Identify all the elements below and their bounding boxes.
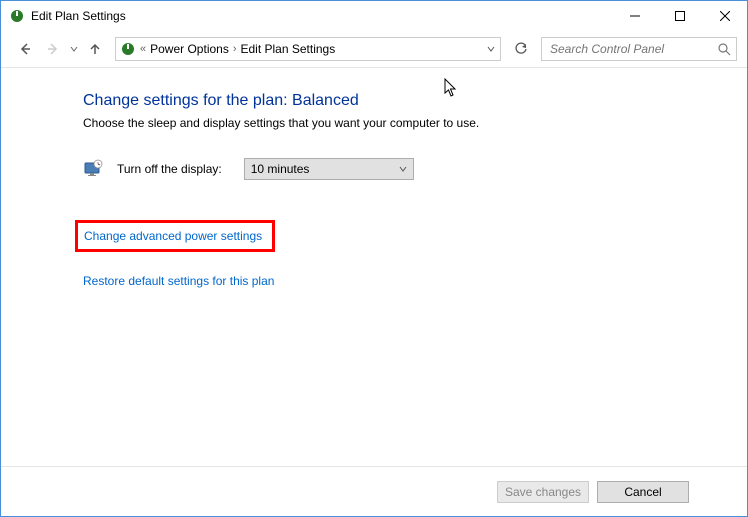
breadcrumb-item[interactable]: Power Options	[150, 42, 229, 56]
chevron-down-icon	[399, 162, 407, 176]
close-button[interactable]	[702, 2, 747, 30]
display-icon	[83, 159, 103, 179]
window-title: Edit Plan Settings	[31, 9, 612, 23]
restore-defaults-link[interactable]: Restore default settings for this plan	[83, 274, 274, 288]
breadcrumb-item[interactable]: Edit Plan Settings	[241, 42, 336, 56]
cancel-button[interactable]: Cancel	[597, 481, 689, 503]
maximize-button[interactable]	[657, 2, 702, 30]
save-button: Save changes	[497, 481, 589, 503]
breadcrumb-chevron-icon: ›	[233, 43, 237, 55]
addressbar[interactable]: « Power Options › Edit Plan Settings	[115, 37, 501, 61]
content: Change settings for the plan: Balanced C…	[1, 68, 747, 288]
titlebar: Edit Plan Settings	[1, 1, 747, 31]
dropdown-value: 10 minutes	[251, 162, 399, 176]
highlight-box: Change advanced power settings	[75, 220, 275, 252]
forward-button[interactable]	[41, 37, 65, 61]
address-dropdown-icon[interactable]	[482, 38, 500, 60]
advanced-settings-link[interactable]: Change advanced power settings	[84, 229, 262, 243]
setting-row: Turn off the display: 10 minutes	[83, 158, 747, 180]
power-options-icon	[9, 8, 25, 24]
footer: Save changes Cancel	[1, 466, 747, 516]
navbar: « Power Options › Edit Plan Settings	[1, 31, 747, 67]
page-title: Change settings for the plan: Balanced	[83, 92, 747, 110]
breadcrumb-chevron-icon: «	[140, 43, 146, 55]
minimize-button[interactable]	[612, 2, 657, 30]
searchbox[interactable]	[541, 37, 737, 61]
window-controls	[612, 2, 747, 30]
up-button[interactable]	[83, 37, 107, 61]
display-timeout-dropdown[interactable]: 10 minutes	[244, 158, 414, 180]
recent-dropdown-icon[interactable]	[69, 45, 79, 53]
search-input[interactable]	[550, 42, 716, 56]
window: Edit Plan Settings « Power Options › Edi…	[0, 0, 748, 517]
page-subtitle: Choose the sleep and display settings th…	[83, 116, 747, 130]
refresh-button[interactable]	[509, 37, 533, 61]
search-icon[interactable]	[716, 43, 732, 56]
back-button[interactable]	[13, 37, 37, 61]
power-plug-icon	[120, 41, 136, 57]
display-timeout-label: Turn off the display:	[117, 162, 222, 176]
